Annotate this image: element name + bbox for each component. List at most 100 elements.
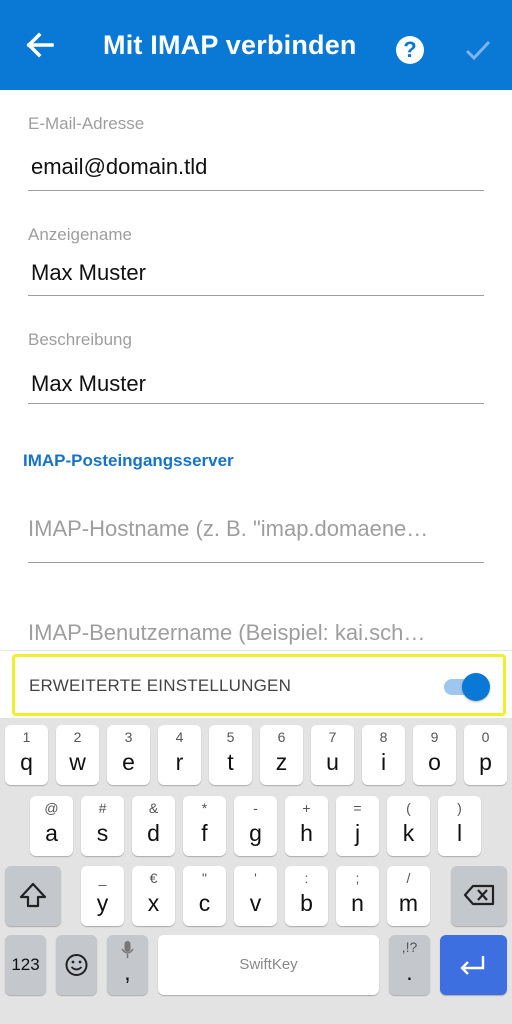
key-label: g <box>249 820 262 846</box>
key-s[interactable]: # s <box>81 796 124 856</box>
description-underline <box>28 403 484 404</box>
key-a[interactable]: @ a <box>30 796 73 856</box>
key-label: m <box>398 890 419 916</box>
key-hint: + <box>302 800 311 816</box>
key-label: l <box>456 820 463 846</box>
key-z[interactable]: 6z <box>260 725 303 785</box>
imap-username-input[interactable]: IMAP-Benutzername (Beispiel: kai.sch… <box>28 620 484 646</box>
imap-hostname-input[interactable]: IMAP-Hostname (z. B. "imap.domaene… <box>28 516 484 542</box>
key-hint: 2 <box>73 729 82 745</box>
email-input[interactable]: email@domain.tld <box>28 154 484 180</box>
keyboard: 1q2w3e4r5t6z7u8i9o0p @ a # s & d * f - g + h = j(k) l … <box>0 718 512 1024</box>
key-r[interactable]: 4r <box>158 725 201 785</box>
display-name-input[interactable]: Max Muster <box>28 260 484 286</box>
comma-key[interactable]: , <box>107 935 148 995</box>
key-hint: " <box>202 870 207 886</box>
key-label: o <box>428 749 441 775</box>
key-hint: = <box>353 800 362 816</box>
advanced-settings-label: ERWEITERTE EINSTELLUNGEN <box>29 676 292 695</box>
display-name-label: Anzeigename <box>28 225 132 244</box>
period-key-label: . <box>406 959 413 985</box>
key-w[interactable]: 2w <box>56 725 99 785</box>
comma-key-label: , <box>124 959 131 985</box>
key-h[interactable]: + h <box>285 796 328 856</box>
numbers-key-label: 123 <box>11 955 40 974</box>
key-hint: 4 <box>175 729 184 745</box>
key-hint: € <box>149 870 158 886</box>
imap-hostname-underline <box>28 562 484 563</box>
key-hint: ( <box>406 800 411 816</box>
checkmark-icon[interactable] <box>462 34 494 66</box>
key-label: h <box>300 820 313 846</box>
key-hint: ; <box>355 870 360 886</box>
key-k[interactable]: (k <box>387 796 430 856</box>
key-t[interactable]: 5t <box>209 725 252 785</box>
key-label: i <box>380 749 387 775</box>
key-p[interactable]: 0p <box>464 725 507 785</box>
display-name-field[interactable]: Anzeigename Max Muster <box>28 225 484 296</box>
key-hint: _ <box>98 870 107 886</box>
backspace-key[interactable] <box>451 866 507 926</box>
advanced-settings-row[interactable]: ERWEITERTE EINSTELLUNGEN <box>12 654 506 716</box>
shift-key[interactable] <box>5 866 61 926</box>
email-label: E-Mail-Adresse <box>28 114 145 133</box>
enter-key[interactable] <box>440 935 507 995</box>
description-field[interactable]: Beschreibung Max Muster <box>28 330 484 404</box>
description-label: Beschreibung <box>28 330 132 349</box>
period-key[interactable]: ,!? . <box>389 935 430 995</box>
advanced-settings-toggle[interactable] <box>440 672 490 701</box>
key-l[interactable]: ) l <box>438 796 481 856</box>
key-g[interactable]: -g <box>234 796 277 856</box>
key-hint: # <box>98 800 107 816</box>
numbers-key[interactable]: 123 <box>5 935 46 995</box>
key-label: e <box>122 749 135 775</box>
emoji-key[interactable] <box>56 935 97 995</box>
key-o[interactable]: 9o <box>413 725 456 785</box>
email-field[interactable]: E-Mail-Adresse email@domain.tld <box>28 114 484 191</box>
key-u[interactable]: 7u <box>311 725 354 785</box>
key-n[interactable]: ; n <box>336 866 379 926</box>
key-label: c <box>198 890 211 916</box>
help-icon[interactable]: ? <box>396 36 424 64</box>
page-title: Mit IMAP verbinden <box>103 30 357 60</box>
key-label: n <box>351 890 364 916</box>
key-e[interactable]: 3e <box>107 725 150 785</box>
swiftkey-wordmark: SwiftKey <box>239 956 298 973</box>
key-y[interactable]: _ y <box>81 866 124 926</box>
imap-username-field[interactable]: IMAP-Benutzername (Beispiel: kai.sch… <box>28 620 484 646</box>
key-v[interactable]: ' v <box>234 866 277 926</box>
key-c[interactable]: " c <box>183 866 226 926</box>
key-b[interactable]: :b <box>285 866 328 926</box>
key-m[interactable]: / m <box>387 866 430 926</box>
description-input[interactable]: Max Muster <box>28 371 484 397</box>
key-hint: * <box>201 800 208 816</box>
key-j[interactable]: = j <box>336 796 379 856</box>
key-x[interactable]: € x <box>132 866 175 926</box>
enter-icon <box>460 956 485 975</box>
key-label: d <box>147 820 160 846</box>
key-hint: ) <box>457 800 462 816</box>
back-arrow-icon[interactable] <box>20 27 60 63</box>
key-label: z <box>275 749 288 775</box>
key-d[interactable]: & d <box>132 796 175 856</box>
space-key[interactable]: SwiftKey <box>158 935 379 995</box>
swiftkey-logo: SwiftKey <box>158 956 379 973</box>
key-hint: & <box>148 800 159 816</box>
key-label: w <box>69 749 86 775</box>
key-hint: 6 <box>277 729 286 745</box>
key-label: v <box>249 890 262 916</box>
key-label: p <box>479 749 492 775</box>
key-label: k <box>402 820 415 846</box>
emoji-icon <box>65 954 88 976</box>
key-hint: : <box>304 870 309 886</box>
key-label: q <box>20 749 33 775</box>
key-label: x <box>147 890 160 916</box>
key-f[interactable]: * f <box>183 796 226 856</box>
key-q[interactable]: 1q <box>5 725 48 785</box>
key-hint: 5 <box>226 729 235 745</box>
display-name-underline <box>28 295 484 296</box>
key-i[interactable]: 8i <box>362 725 405 785</box>
key-hint: 0 <box>481 729 490 745</box>
backspace-icon <box>463 884 495 906</box>
imap-hostname-field[interactable]: IMAP-Hostname (z. B. "imap.domaene… <box>28 516 484 563</box>
